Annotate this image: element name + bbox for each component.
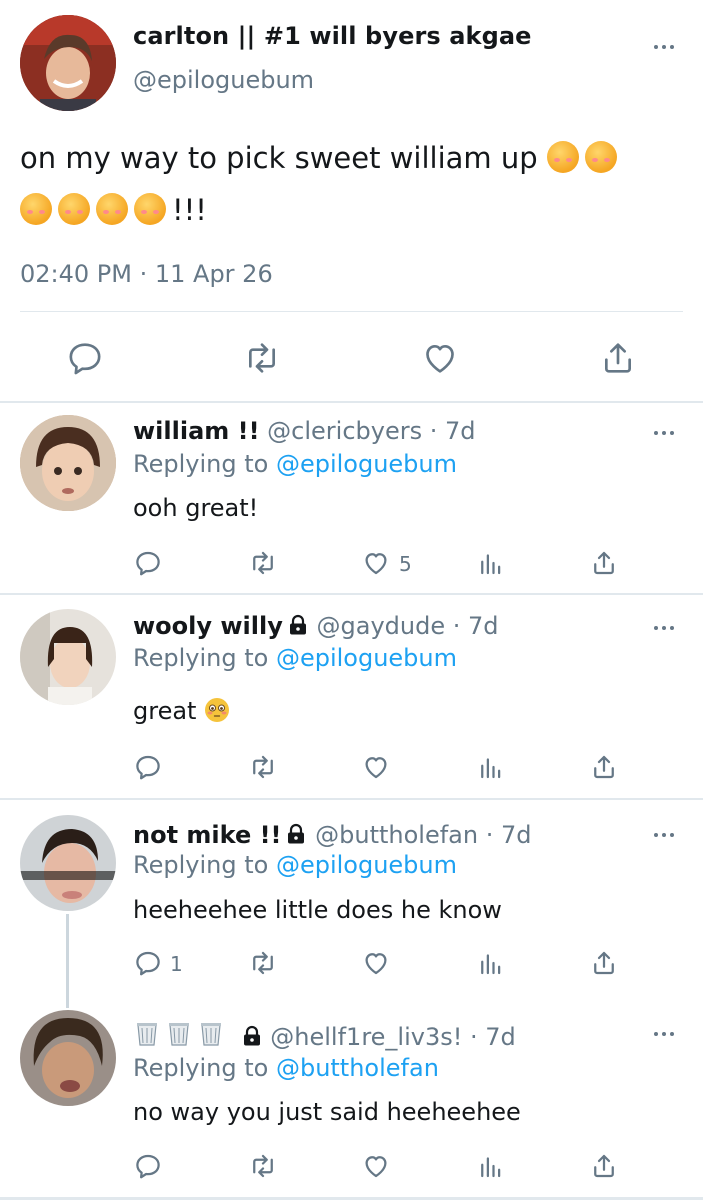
tweet-text-part2: !!! <box>172 193 207 227</box>
handle[interactable]: @hellf1re_liv3s! <box>270 1023 462 1051</box>
retweet-icon[interactable] <box>242 338 282 378</box>
more-options-icon[interactable] <box>652 429 676 437</box>
display-name-emoji[interactable] <box>133 1023 237 1051</box>
replying-to-link[interactable]: @epiloguebum <box>276 450 457 478</box>
handle[interactable]: @epiloguebum <box>133 66 314 94</box>
display-name[interactable]: wooly willy <box>133 612 283 640</box>
tweet-age: · 7d <box>452 612 499 640</box>
reply-text-row: great <box>133 697 230 725</box>
wastebasket-icon <box>169 1023 189 1046</box>
replying-to-prefix: Replying to <box>133 644 269 672</box>
main-tweet: carlton || #1 will byers akgae @epilogue… <box>0 0 703 403</box>
handle[interactable]: @gaydude <box>317 612 446 640</box>
reply-header: @hellf1re_liv3s! · 7d <box>133 1020 516 1051</box>
more-options-icon[interactable] <box>652 831 676 839</box>
smiling-face-with-hearts-icon <box>134 193 166 225</box>
reply-icon[interactable] <box>133 752 163 782</box>
wastebasket-icon <box>137 1023 157 1046</box>
flushed-face-icon <box>205 698 230 722</box>
lock-icon <box>289 614 306 635</box>
handle[interactable]: @clericbyers <box>267 417 422 445</box>
reply-header: not mike !! @buttholefan · 7d <box>133 821 532 849</box>
retweet-icon[interactable] <box>248 948 278 978</box>
retweet-icon[interactable] <box>248 1151 278 1181</box>
reply-icon[interactable] <box>133 1151 163 1181</box>
display-name[interactable]: not mike !! <box>133 821 281 849</box>
avatar[interactable] <box>20 415 116 511</box>
smiling-face-with-hearts-icon <box>584 141 617 173</box>
share-icon[interactable] <box>589 752 619 782</box>
replying-to: Replying to @epiloguebum <box>133 450 457 478</box>
more-options-icon[interactable] <box>652 624 676 632</box>
replying-to-link[interactable]: @buttholefan <box>276 1054 439 1082</box>
avatar[interactable] <box>20 1010 116 1106</box>
reply-header: wooly willy @gaydude · 7d <box>133 612 499 640</box>
retweet-icon[interactable] <box>248 752 278 782</box>
timestamp[interactable]: 02:40 PM · 11 Apr 26 <box>20 260 273 288</box>
heart-icon[interactable] <box>420 338 460 378</box>
tweet-age: · 7d <box>470 1023 516 1051</box>
analytics-icon[interactable] <box>476 548 506 578</box>
tweet-age: · 7d <box>485 821 532 849</box>
divider <box>20 311 683 312</box>
tweet-text-part1: on my way to pick sweet william up <box>20 141 538 175</box>
reply-icon[interactable] <box>133 948 163 978</box>
replying-to: Replying to @epiloguebum <box>133 644 457 672</box>
reply-tweet[interactable]: @hellf1re_liv3s! · 7d Replying to @butth… <box>0 1000 703 1198</box>
replying-to: Replying to @buttholefan <box>133 1054 439 1082</box>
heart-icon[interactable] <box>361 752 391 782</box>
reply-text: no way you just said heeheehee <box>133 1098 521 1126</box>
reply-tweet[interactable]: wooly willy @gaydude · 7d Replying to @e… <box>0 595 703 798</box>
smiling-face-with-hearts-icon <box>20 193 52 225</box>
share-icon[interactable] <box>589 548 619 578</box>
reply-tweet[interactable]: william !! @clericbyers · 7d Replying to… <box>0 403 703 593</box>
replying-to-prefix: Replying to <box>133 1054 269 1082</box>
replying-to-link[interactable]: @epiloguebum <box>276 644 457 672</box>
replying-to-prefix: Replying to <box>133 851 269 879</box>
reply-text: heeheehee little does he know <box>133 896 502 924</box>
share-icon[interactable] <box>589 948 619 978</box>
display-name[interactable]: carlton || #1 will byers akgae <box>133 22 532 50</box>
more-options-icon[interactable] <box>652 1030 676 1038</box>
wastebasket-icon <box>201 1023 221 1046</box>
reply-text: great <box>133 697 197 725</box>
reply-tweet[interactable]: not mike !! @buttholefan · 7d Replying t… <box>0 800 703 1000</box>
smiling-face-with-hearts-icon <box>546 141 579 173</box>
lock-icon <box>243 1025 260 1046</box>
smiling-face-with-hearts-icon <box>58 193 90 225</box>
reply-count: 1 <box>170 952 183 976</box>
replying-to: Replying to @epiloguebum <box>133 851 457 879</box>
tweet-age: · 7d <box>429 417 476 445</box>
handle[interactable]: @buttholefan <box>315 821 478 849</box>
retweet-icon[interactable] <box>248 548 278 578</box>
avatar[interactable] <box>20 815 116 911</box>
avatar[interactable] <box>20 15 116 111</box>
analytics-icon[interactable] <box>476 1151 506 1181</box>
share-icon[interactable] <box>589 1151 619 1181</box>
heart-icon[interactable] <box>361 948 391 978</box>
avatar[interactable] <box>20 609 116 705</box>
reply-header: william !! @clericbyers · 7d <box>133 417 476 445</box>
more-options-icon[interactable] <box>652 43 676 51</box>
thread-connector <box>66 914 69 1008</box>
heart-icon[interactable] <box>361 1151 391 1181</box>
analytics-icon[interactable] <box>476 752 506 782</box>
tweet-text: on my way to pick sweet william up !!! <box>20 132 680 236</box>
display-name[interactable]: william !! <box>133 417 260 445</box>
replying-to-link[interactable]: @epiloguebum <box>276 851 457 879</box>
analytics-icon[interactable] <box>476 948 506 978</box>
reply-icon[interactable] <box>133 548 163 578</box>
reply-text: ooh great! <box>133 494 259 522</box>
lock-icon <box>288 823 305 844</box>
replying-to-prefix: Replying to <box>133 450 269 478</box>
like-count: 5 <box>399 552 412 576</box>
smiling-face-with-hearts-icon <box>96 193 128 225</box>
reply-icon[interactable] <box>65 338 105 378</box>
heart-icon[interactable] <box>361 548 391 578</box>
share-icon[interactable] <box>598 338 638 378</box>
